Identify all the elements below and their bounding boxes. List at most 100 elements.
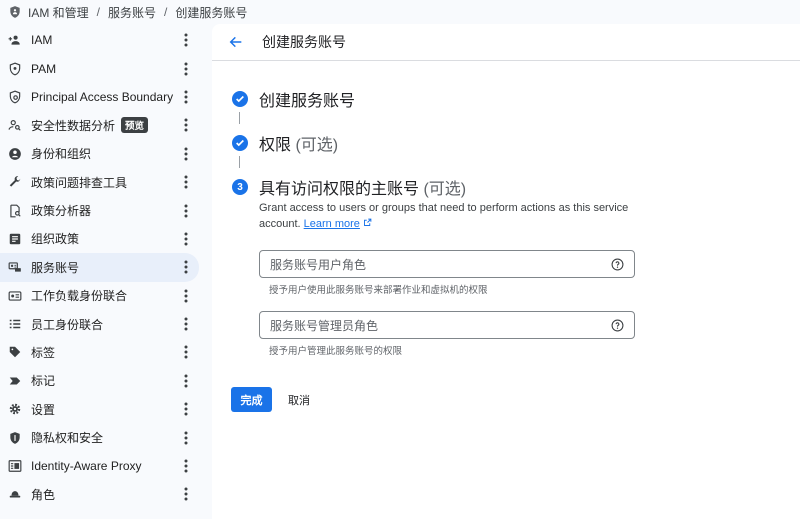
check-circle-icon [232,135,248,151]
privacy-shield-icon [8,431,22,445]
sidebar-item-label: 安全性数据分析 [31,118,116,133]
list-doc-icon [8,232,22,246]
help-icon[interactable] [611,319,624,332]
sidebar-item-org-policies[interactable]: 组织政策 [0,225,212,253]
step-title-text: 权限 [259,137,292,154]
sidebar-item-iam[interactable]: IAM [0,26,212,54]
sidebar-item-labels[interactable]: 标记 [0,367,212,395]
sidebar-item-label: 政策问题排查工具 [31,175,128,190]
person-search-icon [8,118,22,132]
sidebar-item-label: IAM [31,33,53,48]
breadcrumb: IAM 和管理 / 服务账号 / 创建服务账号 [0,0,800,24]
sidebar-item-settings[interactable]: 设置 [0,395,212,423]
sidebar-item-identity-aware-proxy[interactable]: Identity-Aware Proxy [0,452,212,480]
page-title: 创建服务账号 [262,34,346,50]
field-placeholder: 服务账号用户角色 [270,257,367,272]
more-vert-icon[interactable] [180,32,192,48]
sidebar-item-roles[interactable]: 角色 [0,480,212,508]
step-connector [239,156,240,168]
sidebar-item-security-insights[interactable]: 安全性数据分析 预览 [0,111,212,139]
sidebar-item-label: 标签 [31,345,56,360]
step-optional-label: (可选) [295,137,339,154]
step-title-text: 具有访问权限的主账号 [259,181,420,198]
more-vert-icon[interactable] [180,146,192,162]
more-vert-icon[interactable] [180,231,192,247]
service-account-users-role-field[interactable]: 服务账号用户角色 [259,250,635,278]
more-vert-icon[interactable] [180,316,192,332]
document-search-icon [8,204,22,218]
sidebar-item-privacy-security[interactable]: 隐私权和安全 [0,423,212,451]
breadcrumb-item-service-accounts[interactable]: 服务账号 [108,4,156,21]
step-permissions[interactable]: 权限 (可选) [232,131,338,155]
service-account-icon [8,260,22,274]
learn-more-link[interactable]: Learn more [304,218,360,230]
sidebar-item-label: 角色 [31,487,56,502]
external-link-icon [363,218,372,230]
hat-icon [8,487,22,501]
sidebar-item-label: 员工身份联合 [31,317,104,332]
sidebar: IAM PAM Principal Access Boundary 安全性数据分… [0,24,212,519]
more-vert-icon[interactable] [180,288,192,304]
sidebar-item-label: 政策分析器 [31,204,92,219]
back-arrow-icon[interactable] [226,32,246,52]
sidebar-item-identity-org[interactable]: 身份和组织 [0,140,212,168]
more-vert-icon[interactable] [180,430,192,446]
sidebar-item-label: 标记 [31,374,56,389]
done-button[interactable]: 完成 [231,387,272,412]
wrench-icon [8,175,22,189]
more-vert-icon[interactable] [180,89,192,105]
more-vert-icon[interactable] [180,61,192,77]
account-circle-icon [8,147,22,161]
field-placeholder: 服务账号管理员角色 [270,318,379,333]
field-hint: 授予用户管理此服务账号的权限 [269,346,403,357]
step-title: 具有访问权限的主账号 (可选) [259,175,466,199]
more-vert-icon[interactable] [180,458,192,474]
id-card-icon [8,289,22,303]
breadcrumb-separator: / [96,5,101,19]
sidebar-item-policy-troubleshooter[interactable]: 政策问题排查工具 [0,168,212,196]
more-vert-icon[interactable] [180,486,192,502]
sidebar-item-pam[interactable]: PAM [0,54,212,82]
sidebar-item-label: Identity-Aware Proxy [31,459,142,474]
sidebar-item-label: 服务账号 [31,260,80,275]
more-vert-icon[interactable] [180,259,192,275]
sidebar-item-tags[interactable]: 标签 [0,338,212,366]
bullet-list-icon [8,317,22,331]
breadcrumb-separator: / [164,5,168,19]
proxy-icon [8,459,22,473]
more-vert-icon[interactable] [180,203,192,219]
breadcrumb-item-current: 创建服务账号 [175,5,248,20]
sidebar-item-workload-identity-federation[interactable]: 工作负载身份联合 [0,282,212,310]
gear-icon [8,402,22,416]
tag-icon [8,345,22,359]
sidebar-item-label: Principal Access Boundary [31,89,174,104]
breadcrumb-item-iam[interactable]: IAM 和管理 [28,4,89,21]
sidebar-item-policy-analyzer[interactable]: 政策分析器 [0,196,212,224]
help-icon[interactable] [611,258,624,271]
sidebar-item-label: 身份和组织 [31,147,92,162]
step-title: 权限 (可选) [259,131,338,155]
more-vert-icon[interactable] [180,174,192,190]
more-vert-icon[interactable] [180,373,192,389]
policy-icon [8,90,22,104]
more-vert-icon[interactable] [180,117,192,133]
page-header: 创建服务账号 [212,24,800,61]
step-connector [239,112,240,124]
more-vert-icon[interactable] [180,401,192,417]
step-create-service-account[interactable]: 创建服务账号 [232,87,355,111]
sidebar-item-workforce-identity-federation[interactable]: 员工身份联合 [0,310,212,338]
sidebar-item-label: 组织政策 [31,232,80,247]
step-optional-label: (可选) [423,181,467,198]
person-add-icon [8,33,22,47]
more-vert-icon[interactable] [180,344,192,360]
sidebar-item-service-accounts[interactable]: 服务账号 [0,253,199,282]
sidebar-item-label: 隐私权和安全 [31,431,104,446]
field-hint: 授予用户使用此服务账号来部署作业和虚拟机的权限 [269,285,488,296]
cancel-button[interactable]: 取消 [282,387,316,412]
main-panel: 创建服务账号 创建服务账号 权限 (可选) 3 具有访问权限的主账号 (可选) … [212,24,800,519]
service-account-admins-role-field[interactable]: 服务账号管理员角色 [259,311,635,339]
learn-more-text: Learn more [303,218,360,230]
preview-badge: 预览 [121,117,149,134]
sidebar-item-principal-access-boundary[interactable]: Principal Access Boundary [0,83,212,111]
shield-icon [8,5,22,19]
